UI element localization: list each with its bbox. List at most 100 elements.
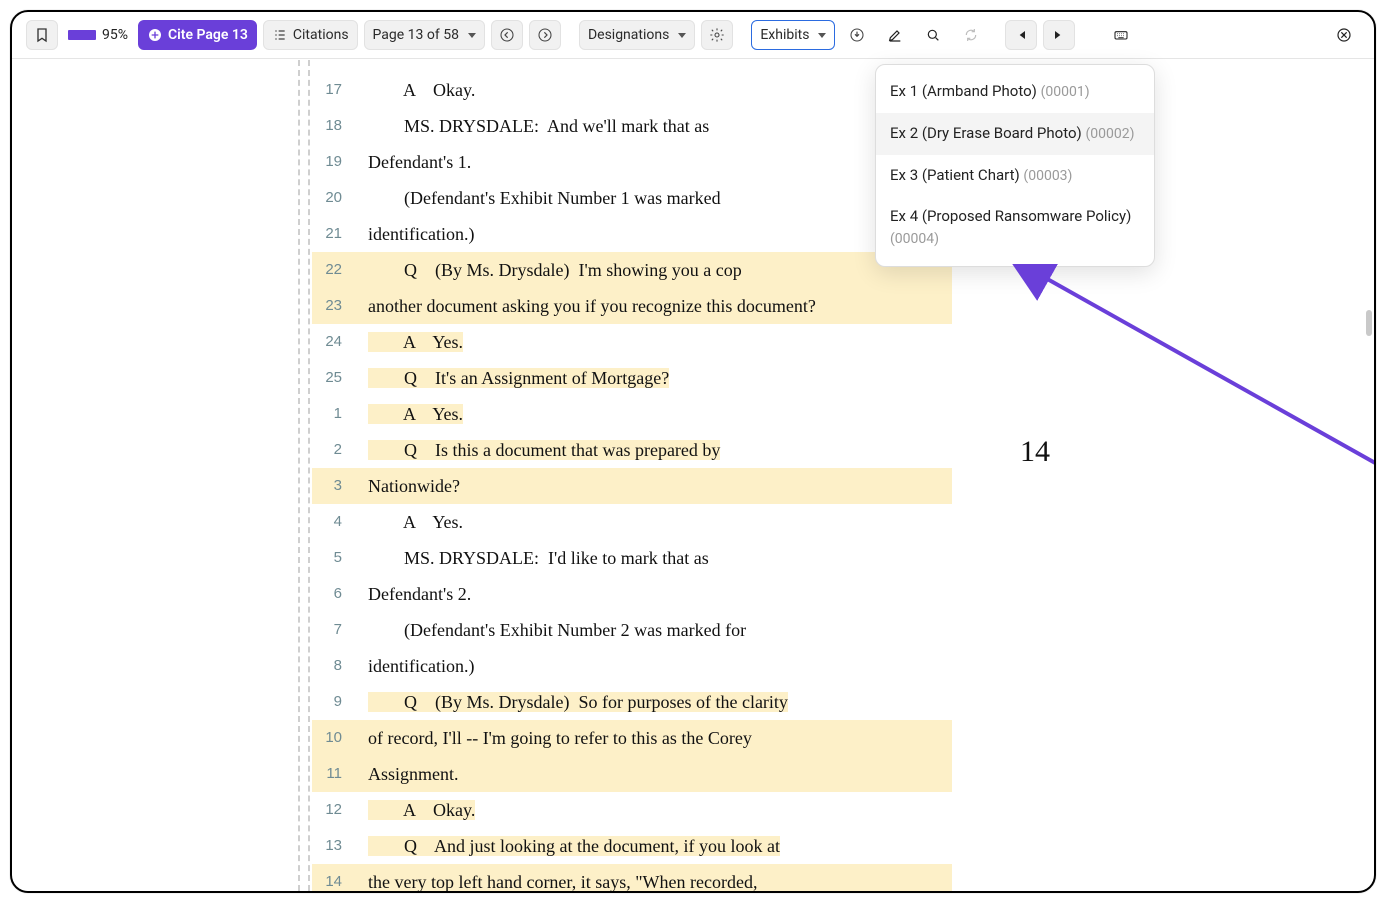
close-button[interactable] xyxy=(1328,20,1360,50)
exhibit-option[interactable]: Ex 2 (Dry Erase Board Photo) (00002) xyxy=(876,113,1154,155)
progress-indicator: 95% xyxy=(64,27,132,43)
line-text: Q And just looking at the document, if y… xyxy=(358,828,952,864)
line-number: 12 xyxy=(312,792,358,828)
line-text: A Yes. xyxy=(358,324,952,360)
list-icon xyxy=(272,27,288,43)
transcript-line[interactable]: 17 A Okay. xyxy=(312,72,952,108)
bookmark-button[interactable] xyxy=(26,20,58,50)
transcript-line[interactable]: 6Defendant's 2. xyxy=(312,576,952,612)
settings-button[interactable] xyxy=(701,20,733,50)
page-selector[interactable]: Page 13 of 58 xyxy=(364,20,485,50)
transcript-line[interactable]: 8identification.) xyxy=(312,648,952,684)
cite-page-button[interactable]: Cite Page 13 xyxy=(138,20,257,50)
line-text: Assignment. xyxy=(358,756,952,792)
line-number: 20 xyxy=(312,180,358,216)
scrollbar-thumb[interactable] xyxy=(1366,310,1372,336)
citations-button[interactable]: Citations xyxy=(263,20,358,50)
cite-page-label: Cite Page 13 xyxy=(168,27,248,43)
transcript-line[interactable]: 5 MS. DRYSDALE: I'd like to mark that as xyxy=(312,540,952,576)
prev-cite-button[interactable] xyxy=(491,20,523,50)
line-number: 3 xyxy=(312,468,358,504)
line-number: 14 xyxy=(312,864,358,891)
line-number: 23 xyxy=(312,288,358,324)
search-icon xyxy=(925,27,941,43)
transcript-line[interactable]: 4 A Yes. xyxy=(312,504,952,540)
exhibit-option-code: (00001) xyxy=(1041,84,1090,100)
transcript-line[interactable]: 3Nationwide? xyxy=(312,468,952,504)
exhibit-option[interactable]: Ex 1 (Armband Photo) (00001) xyxy=(876,71,1154,113)
line-number: 21 xyxy=(312,216,358,252)
line-text: MS. DRYSDALE: And we'll mark that as xyxy=(358,108,952,144)
exhibit-option[interactable]: Ex 4 (Proposed Ransomware Policy) (00004… xyxy=(876,196,1154,260)
line-number: 4 xyxy=(312,504,358,540)
transcript-line[interactable]: 25 Q It's an Assignment of Mortgage? xyxy=(312,360,952,396)
refresh-button[interactable] xyxy=(955,20,987,50)
transcript-line[interactable]: 10of record, I'll -- I'm going to refer … xyxy=(312,720,952,756)
keyboard-icon xyxy=(1113,27,1129,43)
line-text: Q (By Ms. Drysdale) So for purposes of t… xyxy=(358,684,952,720)
exhibits-label: Exhibits xyxy=(760,27,809,43)
transcript-line[interactable]: 7 (Defendant's Exhibit Number 2 was mark… xyxy=(312,612,952,648)
line-number: 1 xyxy=(312,396,358,432)
transcript-line[interactable]: 21identification.) xyxy=(312,216,952,252)
line-text: the very top left hand corner, it says, … xyxy=(358,864,952,891)
line-text: A Okay. xyxy=(358,792,952,828)
line-number: 10 xyxy=(312,720,358,756)
page-number-large: 14 xyxy=(1020,435,1050,469)
last-page-button[interactable] xyxy=(1043,20,1075,50)
exhibit-option-code: (00002) xyxy=(1085,126,1134,142)
exhibit-option-label: Ex 1 (Armband Photo) xyxy=(890,82,1041,100)
transcript-lines: 17 A Okay.18 MS. DRYSDALE: And we'll mar… xyxy=(312,72,952,891)
line-number: 19 xyxy=(312,144,358,180)
line-text: identification.) xyxy=(358,648,952,684)
edit-button[interactable] xyxy=(879,20,911,50)
exhibit-option-code: (00004) xyxy=(890,231,939,247)
bookmark-icon xyxy=(34,27,50,43)
line-number: 6 xyxy=(312,576,358,612)
download-icon xyxy=(849,27,865,43)
line-number: 7 xyxy=(312,612,358,648)
transcript-content: 17 A Okay.18 MS. DRYSDALE: And we'll mar… xyxy=(12,60,1374,891)
exhibits-dropdown: Ex 1 (Armband Photo) (00001)Ex 2 (Dry Er… xyxy=(875,64,1155,267)
keyboard-button[interactable] xyxy=(1105,20,1137,50)
next-cite-button[interactable] xyxy=(529,20,561,50)
transcript-line[interactable]: 1 A Yes. xyxy=(312,396,952,432)
chevron-down-icon xyxy=(674,27,686,43)
transcript-line[interactable]: 22 Q (By Ms. Drysdale) I'm showing you a… xyxy=(312,252,952,288)
exhibits-button[interactable]: Exhibits xyxy=(751,20,835,50)
line-number: 18 xyxy=(312,108,358,144)
skip-back-icon xyxy=(1013,27,1029,43)
line-text: Q It's an Assignment of Mortgage? xyxy=(358,360,952,396)
progress-percent: 95% xyxy=(102,27,128,43)
transcript-line[interactable]: 19Defendant's 1. xyxy=(312,144,952,180)
line-number: 24 xyxy=(312,324,358,360)
transcript-line[interactable]: 12 A Okay. xyxy=(312,792,952,828)
transcript-line[interactable]: 9 Q (By Ms. Drysdale) So for purposes of… xyxy=(312,684,952,720)
chevron-down-icon xyxy=(814,27,826,43)
transcript-line[interactable]: 23another document asking you if you rec… xyxy=(312,288,952,324)
line-text: another document asking you if you recog… xyxy=(358,288,952,324)
transcript-line[interactable]: 14the very top left hand corner, it says… xyxy=(312,864,952,891)
exhibit-option-label: Ex 3 (Patient Chart) xyxy=(890,166,1023,184)
transcript-line[interactable]: 24 A Yes. xyxy=(312,324,952,360)
line-text: Nationwide? xyxy=(358,468,952,504)
exhibit-option[interactable]: Ex 3 (Patient Chart) (00003) xyxy=(876,155,1154,197)
transcript-line[interactable]: 20 (Defendant's Exhibit Number 1 was mar… xyxy=(312,180,952,216)
page-label: Page 13 of 58 xyxy=(373,27,459,43)
line-number: 8 xyxy=(312,648,358,684)
line-number: 9 xyxy=(312,684,358,720)
transcript-line[interactable]: 18 MS. DRYSDALE: And we'll mark that as xyxy=(312,108,952,144)
search-button[interactable] xyxy=(917,20,949,50)
designations-button[interactable]: Designations xyxy=(579,20,695,50)
transcript-line[interactable]: 13 Q And just looking at the document, i… xyxy=(312,828,952,864)
download-button[interactable] xyxy=(841,20,873,50)
transcript-line[interactable]: 2 Q Is this a document that was prepared… xyxy=(312,432,952,468)
refresh-icon xyxy=(963,27,979,43)
line-number: 11 xyxy=(312,756,358,792)
line-text: Q Is this a document that was prepared b… xyxy=(358,432,952,468)
citations-label: Citations xyxy=(293,27,349,43)
line-text: MS. DRYSDALE: I'd like to mark that as xyxy=(358,540,952,576)
line-number: 2 xyxy=(312,432,358,468)
first-page-button[interactable] xyxy=(1005,20,1037,50)
transcript-line[interactable]: 11Assignment. xyxy=(312,756,952,792)
